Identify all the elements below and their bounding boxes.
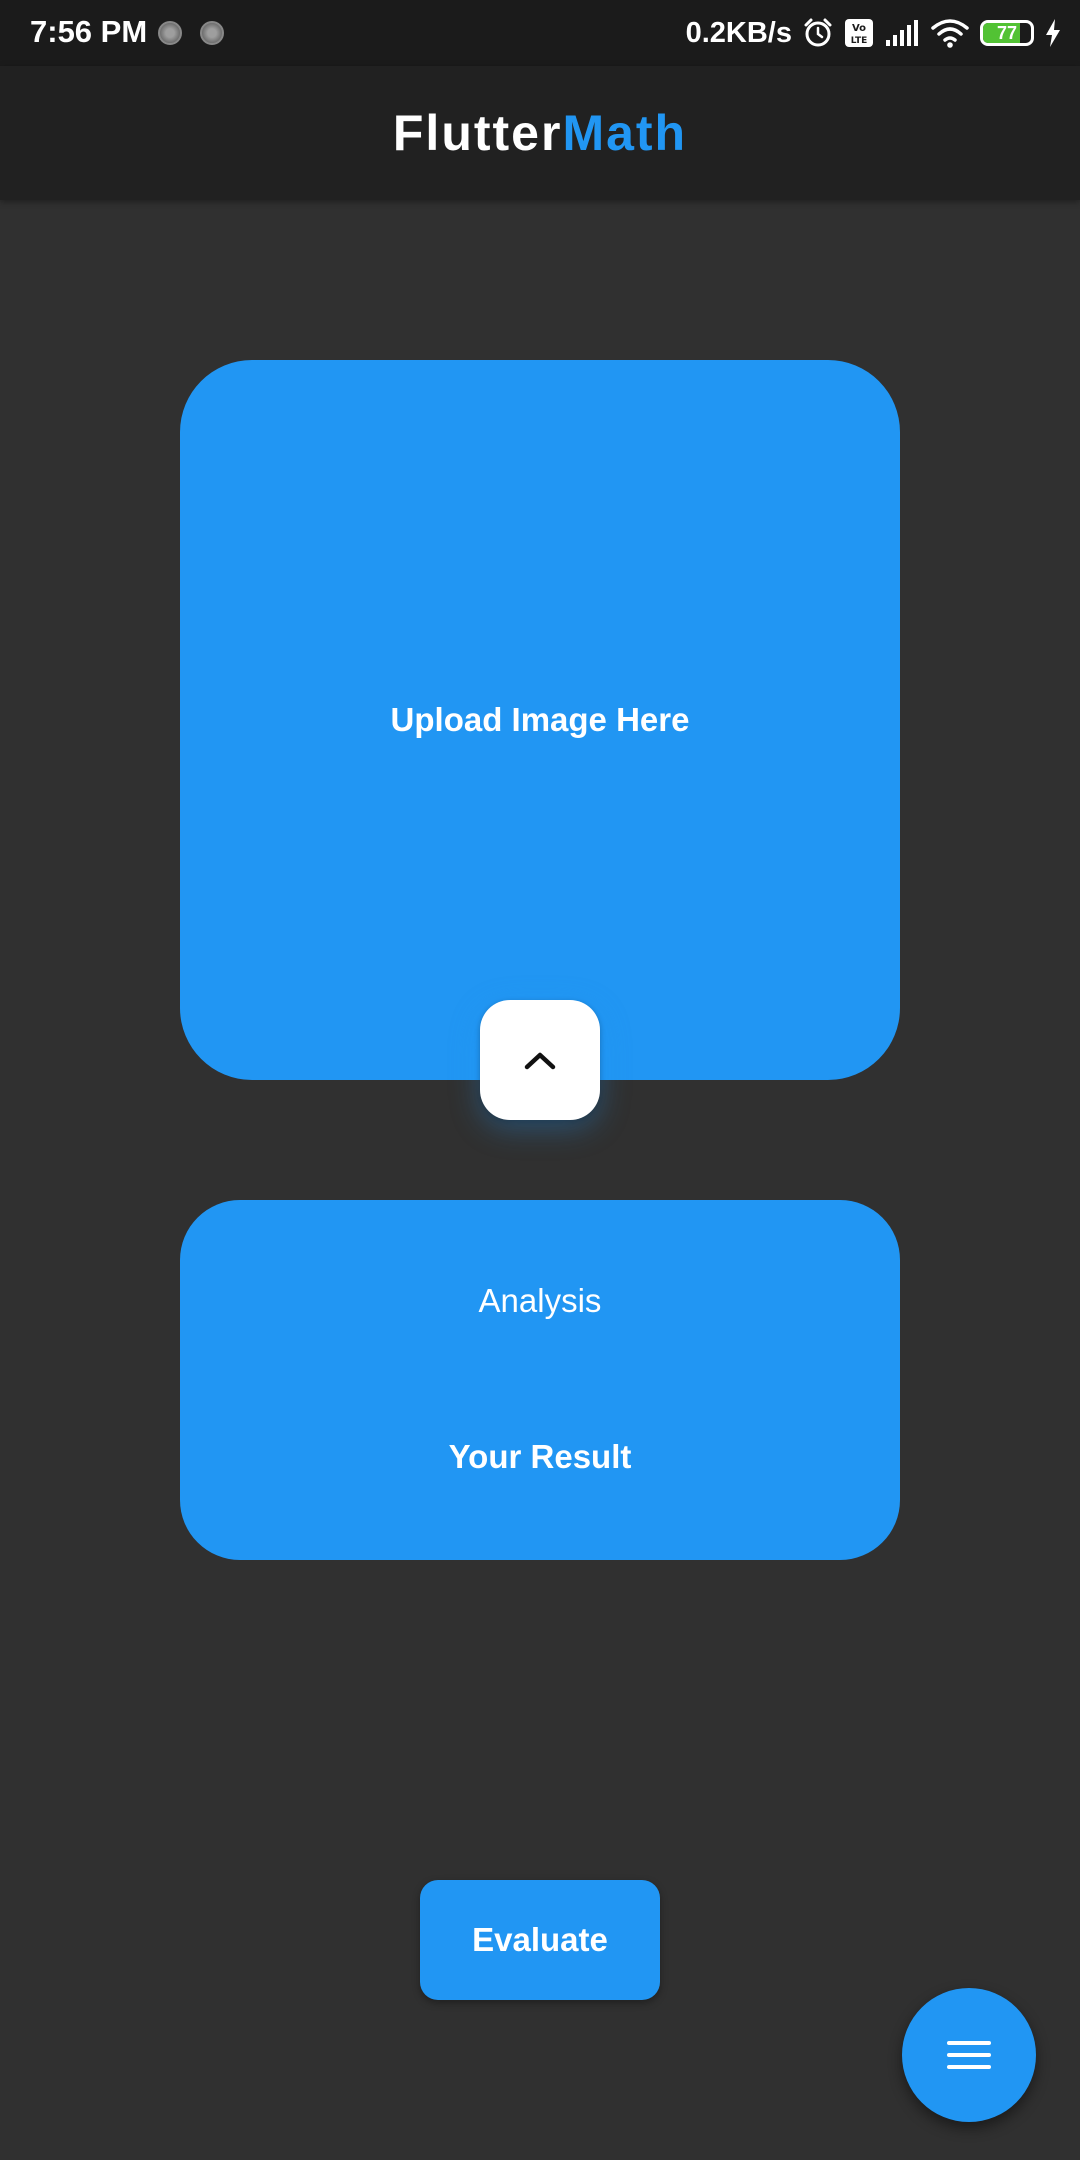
wifi-icon <box>931 19 969 48</box>
app-title-part1: Flutter <box>392 105 563 161</box>
status-bar: 7:56 PM 0.2KB/s Vo LTE 77 <box>0 0 1080 66</box>
upload-image-label: Upload Image Here <box>390 701 690 738</box>
app-title: FlutterMath <box>393 104 687 162</box>
result-value: Your Result <box>448 1438 632 1475</box>
status-time: 7:56 PM <box>30 14 148 49</box>
app-title-part2: Math <box>562 105 688 161</box>
screen: 7:56 PM 0.2KB/s Vo LTE 77 FlutterMath Up… <box>0 0 1080 2160</box>
chevron-up-icon <box>524 1052 556 1070</box>
charging-icon <box>1046 19 1060 47</box>
evaluate-button[interactable]: Evaluate <box>420 1880 660 2000</box>
svg-text:Vo: Vo <box>852 23 866 34</box>
menu-fab-button[interactable] <box>902 1988 1036 2122</box>
notification-dot-icon <box>158 21 182 45</box>
alarm-icon <box>804 18 832 47</box>
analysis-result-card: Analysis Your Result <box>180 1200 900 1560</box>
menu-icon <box>947 2041 991 2069</box>
svg-text:LTE: LTE <box>851 36 868 46</box>
status-icons: 0.2KB/s Vo LTE 77 <box>686 12 1062 54</box>
network-speed: 0.2KB/s <box>685 16 792 49</box>
battery-icon: 77 <box>980 20 1034 46</box>
volte-icon: Vo LTE <box>845 19 873 47</box>
app-bar: FlutterMath <box>0 66 1080 200</box>
signal-icon <box>886 20 918 46</box>
analysis-heading: Analysis <box>478 1282 602 1319</box>
notification-dot-icon <box>200 21 224 45</box>
battery-level: 77 <box>996 22 1018 43</box>
collapse-toggle-button[interactable] <box>480 1000 600 1120</box>
upload-image-card[interactable]: Upload Image Here <box>180 360 900 1080</box>
